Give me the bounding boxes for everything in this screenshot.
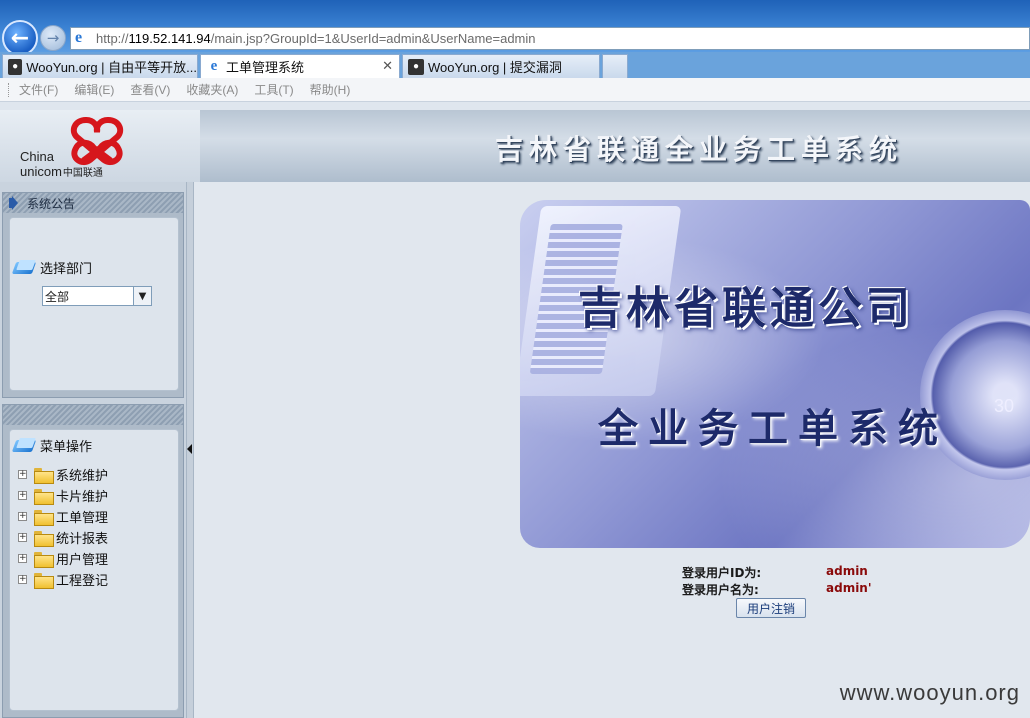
login-name-label: 登录用户名为: [682,583,759,597]
login-name-value: admin' [826,581,872,595]
expand-icon[interactable]: + [18,491,27,500]
address-url[interactable]: http://119.52.141.94/main.jsp?GroupId=1&… [96,31,536,46]
ie-icon: e [75,28,83,46]
dial-number: 30 [993,396,1014,416]
tab-label: WooYun.org | 自由平等开放... [26,60,197,75]
tree-item-system-maintenance[interactable]: + 系统维护 [18,464,108,485]
notice-panel-body: 选择部门 全部 ▼ [9,217,179,391]
toolbar-grip[interactable] [8,82,11,97]
dept-select[interactable]: 全部 ▼ [42,286,152,306]
book-icon [14,260,36,276]
folder-icon [34,530,54,547]
watermark: www.wooyun.org [839,680,1020,705]
tab-label: 工单管理系统 [226,60,305,75]
expand-icon[interactable]: + [18,512,27,521]
menu-title: 菜单操作 [14,436,92,455]
tab-wooyun-home[interactable]: ● WooYun.org | 自由平等开放... [2,54,198,78]
forward-arrow-icon: → [46,29,60,47]
menu-panel-body: 菜单操作 + 系统维护 + 卡片维护 + 工单管理 + 统计报表 + 用户管理 … [9,429,179,711]
header-banner: China unicom中国联通 吉林省联通全业务工单系统 [0,110,1030,182]
close-tab-icon[interactable]: ✕ [382,58,393,74]
tab-strip: ● WooYun.org | 自由平等开放... e 工单管理系统 ✕ ● Wo… [0,52,1030,78]
tab-label: WooYun.org | 提交漏洞 [428,60,562,75]
page-content: China unicom中国联通 吉林省联通全业务工单系统 系统公告 选择部门 … [0,102,1030,718]
new-tab-button[interactable] [602,54,628,78]
menu-help[interactable]: 帮助(H) [310,81,351,98]
menu-tools[interactable]: 工具(T) [254,81,293,98]
tree-item-ticket-management[interactable]: + 工单管理 [18,506,108,527]
tab-ticket-system[interactable]: e 工单管理系统 ✕ [200,54,400,78]
unicom-logo: China unicom中国联通 [0,110,200,182]
folder-icon [34,509,54,526]
expand-icon[interactable]: + [18,533,27,542]
browser-titlebar: ← → e http://119.52.141.94/main.jsp?Grou… [0,0,1030,56]
main-content: 30 吉林省联通公司 全业务工单系统 登录用户ID为: admin 登录用户名为… [194,182,1030,718]
unicom-knot-icon [70,117,124,166]
logout-button[interactable]: 用户注销 [736,598,806,618]
folder-icon [34,572,54,589]
hero-subtitle: 全业务工单系统 [598,405,948,452]
chevron-down-icon[interactable]: ▼ [133,287,151,305]
wooyun-favicon-icon: ● [8,58,23,75]
sidebar: 系统公告 选择部门 全部 ▼ 菜单操作 + 系统维护 + 卡片维护 + 工单管理… [0,182,186,718]
back-arrow-icon: ← [10,25,30,51]
expand-icon[interactable]: + [18,470,27,479]
tree-item-card-maintenance[interactable]: + 卡片维护 [18,485,108,506]
book-icon [14,438,36,454]
notice-title: 系统公告 [27,196,76,211]
tree-item-project-registration[interactable]: + 工程登记 [18,569,108,590]
dial-graphic [920,310,1030,480]
dept-selected-value: 全部 [45,289,70,304]
menu-panel: 菜单操作 + 系统维护 + 卡片维护 + 工单管理 + 统计报表 + 用户管理 … [2,404,184,718]
forward-button[interactable]: → [40,25,66,51]
menu-tree: + 系统维护 + 卡片维护 + 工单管理 + 统计报表 + 用户管理 + 工程登… [18,464,108,590]
folder-icon [34,467,54,484]
login-id-label: 登录用户ID为: [682,566,762,580]
folder-icon [34,551,54,568]
folder-icon [34,488,54,505]
ie-icon: e [210,58,218,74]
collapse-sidebar-icon[interactable] [187,444,192,454]
logo-china-text: China [20,149,54,164]
menu-favorites[interactable]: 收藏夹(A) [186,81,238,98]
notice-panel-header: 系统公告 [3,193,183,213]
wooyun-favicon-icon: ● [408,58,424,75]
menu-edit[interactable]: 编辑(E) [74,81,114,98]
logo-unicom-text: unicom中国联通 [20,164,103,179]
menu-panel-header [3,405,183,425]
tree-item-user-management[interactable]: + 用户管理 [18,548,108,569]
system-title: 吉林省联通全业务工单系统 [495,133,904,166]
notice-panel: 系统公告 选择部门 全部 ▼ [2,192,184,398]
expand-icon[interactable]: + [18,575,27,584]
browser-menubar: 文件(F) 编辑(E) 查看(V) 收藏夹(A) 工具(T) 帮助(H) [0,78,1030,102]
address-bar[interactable]: e http://119.52.141.94/main.jsp?GroupId=… [70,27,1030,50]
tree-item-statistics[interactable]: + 统计报表 [18,527,108,548]
menu-file[interactable]: 文件(F) [19,81,58,98]
login-id-value: admin [826,564,868,578]
menu-view[interactable]: 查看(V) [130,81,170,98]
hero-image: 30 吉林省联通公司 全业务工单系统 [520,200,1030,548]
speaker-icon [9,196,19,210]
back-button[interactable]: ← [2,20,38,56]
sidebar-splitter[interactable] [186,182,194,718]
dept-label: 选择部门 [14,258,92,277]
expand-icon[interactable]: + [18,554,27,563]
hero-title: 吉林省联通公司 [578,283,914,334]
tab-wooyun-submit[interactable]: ● WooYun.org | 提交漏洞 [402,54,600,78]
